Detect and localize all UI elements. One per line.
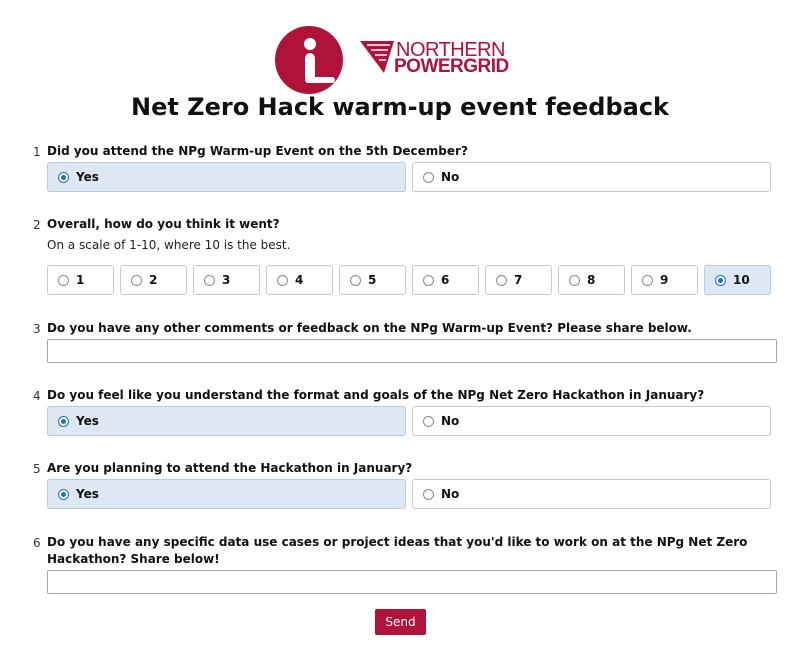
option-label: 1 bbox=[76, 273, 85, 287]
option-no[interactable]: No bbox=[412, 406, 771, 436]
option-label: 2 bbox=[149, 273, 158, 287]
radio-icon bbox=[204, 274, 215, 286]
option-label: 10 bbox=[733, 273, 750, 287]
scale-option-9[interactable]: 9 bbox=[631, 265, 698, 295]
brand-name-line2: POWERGRID bbox=[394, 56, 509, 77]
radio-icon bbox=[423, 488, 434, 500]
option-label: 6 bbox=[441, 273, 450, 287]
radio-icon bbox=[496, 274, 507, 286]
question-number: 6 bbox=[33, 536, 41, 550]
option-label: No bbox=[441, 170, 460, 184]
scale-option-8[interactable]: 8 bbox=[558, 265, 625, 295]
radio-icon bbox=[423, 415, 434, 427]
scale-option-1[interactable]: 1 bbox=[47, 265, 114, 295]
question-number: 3 bbox=[33, 322, 41, 336]
powergrid-chevron-icon bbox=[360, 41, 394, 73]
radio-selected-icon bbox=[58, 415, 69, 427]
northern-powergrid-logo: NORTHERN POWERGRID bbox=[360, 40, 520, 80]
option-no[interactable]: No bbox=[412, 162, 771, 192]
header: NORTHERN POWERGRID Net Zero Hack warm-up… bbox=[0, 0, 800, 130]
option-label: Yes bbox=[76, 414, 99, 428]
question-number: 1 bbox=[33, 145, 41, 159]
radio-icon bbox=[569, 274, 580, 286]
option-label: 7 bbox=[514, 273, 523, 287]
question-text: Do you have any specific data use cases … bbox=[47, 535, 748, 566]
option-label: 8 bbox=[587, 273, 596, 287]
option-yes[interactable]: Yes bbox=[47, 479, 406, 509]
info-person-icon bbox=[275, 26, 343, 94]
comments-input[interactable] bbox=[47, 339, 777, 363]
question-subtext: On a scale of 1-10, where 10 is the best… bbox=[47, 238, 291, 252]
option-label: Yes bbox=[76, 487, 99, 501]
option-label: No bbox=[441, 414, 460, 428]
option-label: 9 bbox=[660, 273, 669, 287]
scale-option-3[interactable]: 3 bbox=[193, 265, 260, 295]
radio-icon bbox=[131, 274, 142, 286]
question-number: 5 bbox=[33, 462, 41, 476]
radio-selected-icon bbox=[58, 171, 69, 183]
scale-option-2[interactable]: 2 bbox=[120, 265, 187, 295]
question-text: Are you planning to attend the Hackathon… bbox=[47, 461, 413, 475]
option-yes[interactable]: Yes bbox=[47, 162, 406, 192]
question-text: Did you attend the NPg Warm-up Event on … bbox=[47, 144, 468, 158]
question-text: Overall, how do you think it went? bbox=[47, 217, 280, 231]
option-label: No bbox=[441, 487, 460, 501]
radio-icon bbox=[423, 171, 434, 183]
option-label: 5 bbox=[368, 273, 377, 287]
question-text: Do you have any other comments or feedba… bbox=[47, 321, 692, 335]
option-label: Yes bbox=[76, 170, 99, 184]
page-title: Net Zero Hack warm-up event feedback bbox=[130, 93, 670, 121]
radio-selected-icon bbox=[58, 488, 69, 500]
radio-icon bbox=[423, 274, 434, 286]
option-yes[interactable]: Yes bbox=[47, 406, 406, 436]
radio-selected-icon bbox=[715, 274, 726, 286]
question-number: 4 bbox=[33, 389, 41, 403]
radio-icon bbox=[277, 274, 288, 286]
project-ideas-input[interactable] bbox=[47, 570, 777, 594]
question-number: 2 bbox=[33, 218, 41, 232]
question-text: Do you feel like you understand the form… bbox=[47, 388, 705, 402]
radio-icon bbox=[58, 274, 69, 286]
scale-option-5[interactable]: 5 bbox=[339, 265, 406, 295]
option-label: 4 bbox=[295, 273, 304, 287]
scale-option-7[interactable]: 7 bbox=[485, 265, 552, 295]
option-no[interactable]: No bbox=[412, 479, 771, 509]
option-label: 3 bbox=[222, 273, 231, 287]
scale-option-10[interactable]: 10 bbox=[704, 265, 771, 295]
scale-option-6[interactable]: 6 bbox=[412, 265, 479, 295]
scale-option-4[interactable]: 4 bbox=[266, 265, 333, 295]
radio-icon bbox=[350, 274, 361, 286]
send-button[interactable]: Send bbox=[375, 609, 426, 635]
radio-icon bbox=[642, 274, 653, 286]
